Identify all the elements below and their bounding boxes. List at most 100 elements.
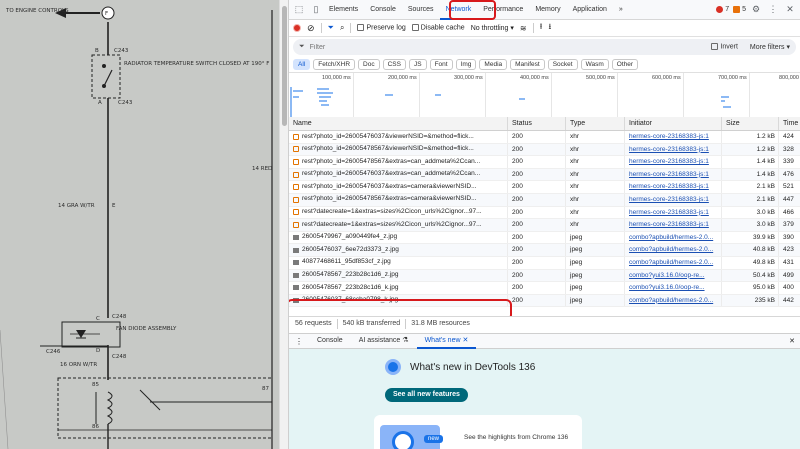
tab-elements[interactable]: Elements (323, 0, 364, 20)
inspect-element-icon[interactable]: ⬚ (292, 3, 306, 17)
device-toolbar-icon[interactable]: ▯ (309, 3, 323, 17)
request-initiator-link[interactable]: hermes-core-23168383-js:1 (625, 131, 722, 143)
highlights-card[interactable]: new See the highlights from Chrome 136 (374, 415, 582, 449)
request-initiator-link[interactable]: hermes-core-23168383-js:1 (625, 143, 722, 156)
type-filter-doc[interactable]: Doc (358, 59, 380, 70)
table-row[interactable]: rest?photo_id=26005478567&extras=can_add… (289, 156, 800, 169)
type-filter-other[interactable]: Other (611, 59, 639, 70)
tab-sources[interactable]: Sources (402, 0, 440, 20)
request-initiator-link[interactable]: hermes-core-23168383-js:1 (625, 168, 722, 181)
request-initiator-link[interactable]: combo?apbuild/hermes-2.0... (625, 244, 722, 256)
request-name-cell[interactable]: rest?datecreate=1&extras=sizes%2Cicon_ur… (289, 219, 508, 231)
export-har-icon[interactable]: ⭳ (548, 21, 551, 35)
errors-badge[interactable]: 7 (716, 6, 729, 13)
request-name-cell[interactable]: rest?photo_id=26005478567&viewerNSID=&me… (289, 143, 508, 156)
record-button[interactable] (293, 24, 301, 32)
request-name-cell[interactable]: 26005478567_223b28c1d6_k.jpg (289, 282, 508, 294)
preserve-log-box[interactable] (357, 24, 365, 32)
request-name-cell[interactable]: rest?photo_id=26005478567&extras=camera&… (289, 193, 508, 206)
request-time: 390 (779, 232, 800, 244)
column-header-status[interactable]: Status (508, 117, 566, 130)
table-row[interactable]: rest?photo_id=26005478567&viewerNSID=&me… (289, 143, 800, 157)
table-row[interactable]: rest?photo_id=26005476037&viewerNSID=&me… (289, 131, 800, 144)
page-scrollbar-thumb[interactable] (282, 6, 287, 126)
table-row[interactable]: 26005478567_223b28c1d6_k.jpg 200 jpeg combo… (289, 282, 800, 295)
request-name-cell[interactable]: rest?photo_id=26005476037&extras=camera&… (289, 181, 508, 193)
resources-size: 31.8 MB resources (411, 320, 470, 327)
type-filter-manifest[interactable]: Manifest (510, 59, 545, 70)
table-row[interactable]: rest?photo_id=26005478567&extras=camera&… (289, 193, 800, 207)
request-initiator-link[interactable]: combo?apbuild/hermes-2.0... (625, 231, 722, 244)
type-filter-css[interactable]: CSS (382, 59, 406, 70)
request-name-cell[interactable]: 26005479967_a090449fe4_z.jpg (289, 231, 508, 244)
invert-checkbox[interactable]: Invert (711, 43, 738, 51)
type-filter-img[interactable]: Img (455, 59, 477, 70)
type-filter-wasm[interactable]: Wasm (580, 59, 609, 70)
table-row[interactable]: rest?photo_id=26005476037&extras=camera&… (289, 181, 800, 194)
table-row[interactable]: 40877468611_95df853cf_z.jpg 200 jpeg combo?… (289, 256, 800, 270)
drawer-tab-ai-assistance[interactable]: AI assistance ⚗ (351, 333, 417, 349)
tab-memory[interactable]: Memory (529, 0, 566, 20)
type-filter-all[interactable]: All (293, 59, 311, 70)
more-options-icon[interactable]: ⋮ (766, 3, 780, 17)
table-row[interactable]: 26005479967_a090449fe4_z.jpg 200 jpeg combo… (289, 231, 800, 245)
request-initiator-link[interactable]: hermes-core-23168383-js:1 (625, 193, 722, 206)
more-filters-dropdown[interactable]: More filters ▾ (750, 43, 790, 51)
column-header-time[interactable]: Time (779, 117, 800, 130)
disable-cache-box[interactable] (411, 24, 419, 32)
request-initiator-link[interactable]: combo?yui3.16.0/oop-re... (625, 269, 722, 282)
type-filter-js[interactable]: JS (408, 59, 427, 70)
request-name-cell[interactable]: rest?datecreate=1&extras=sizes%2Cicon_ur… (289, 206, 508, 219)
request-initiator-link[interactable]: combo?yui3.16.0/oop-re... (625, 282, 722, 294)
warnings-badge[interactable]: 5 (733, 6, 746, 13)
column-header-type[interactable]: Type (566, 117, 625, 130)
type-filter-socket[interactable]: Socket (547, 59, 578, 70)
column-header-name[interactable]: Name (289, 117, 508, 130)
filter-funnel-icon[interactable]: ⏷ (328, 23, 334, 33)
table-row[interactable]: rest?datecreate=1&extras=sizes%2Cicon_ur… (289, 219, 800, 232)
request-name-cell[interactable]: 40877468611_95df853cf_z.jpg (289, 256, 508, 269)
request-initiator-link[interactable]: combo?apbuild/hermes-2.0... (625, 256, 722, 269)
preserve-log-checkbox[interactable]: Preserve log (357, 24, 406, 32)
more-tabs-icon[interactable]: » (613, 0, 629, 20)
warnings-count: 5 (742, 6, 746, 13)
settings-gear-icon[interactable]: ⚙ (749, 3, 763, 17)
clear-icon[interactable]: ⊘ (307, 23, 315, 34)
close-devtools-icon[interactable]: ✕ (783, 3, 797, 17)
tab-console[interactable]: Console (364, 0, 402, 20)
see-all-features-button[interactable]: See all new features (385, 388, 468, 402)
type-filter-media[interactable]: Media (479, 59, 508, 70)
type-filter-fetch-xhr[interactable]: Fetch/XHR (313, 59, 356, 70)
drawer-tab-whats-new[interactable]: What's new ✕ (416, 333, 477, 349)
table-row[interactable]: 26005476037_6ee72d3373_z.jpg 200 jpeg combo… (289, 244, 800, 257)
close-tab-icon[interactable]: ✕ (462, 337, 468, 344)
request-initiator-link[interactable]: hermes-core-23168383-js:1 (625, 206, 722, 219)
page-scrollbar[interactable] (279, 0, 288, 449)
throttling-select[interactable]: No throttling ▾ (471, 24, 514, 32)
close-drawer-icon[interactable]: ✕ (789, 337, 800, 345)
request-name-cell[interactable]: rest?photo_id=26005478567&extras=can_add… (289, 156, 508, 168)
column-header-size[interactable]: Size (722, 117, 779, 130)
request-name-cell[interactable]: 26005476037_6ee72d3373_z.jpg (289, 244, 508, 256)
request-name-cell[interactable]: rest?photo_id=26005476037&viewerNSID=&me… (289, 131, 508, 143)
search-icon[interactable]: ⌕ (340, 23, 344, 33)
drawer-menu-icon[interactable]: ⋮ (289, 337, 309, 346)
request-initiator-link[interactable]: hermes-core-23168383-js:1 (625, 156, 722, 168)
request-name-cell[interactable]: 26005478567_223b28c1d6_z.jpg (289, 269, 508, 282)
import-har-icon[interactable]: ⭱ (540, 21, 543, 35)
tab-application[interactable]: Application (567, 0, 613, 20)
type-filter-font[interactable]: Font (429, 59, 453, 70)
request-initiator-link[interactable]: hermes-core-23168383-js:1 (625, 219, 722, 231)
table-row[interactable]: rest?photo_id=26005476037&extras=can_add… (289, 168, 800, 182)
network-conditions-icon[interactable]: ≋ (520, 24, 527, 33)
invert-box[interactable] (711, 43, 719, 50)
filter-input[interactable] (309, 43, 510, 51)
disable-cache-checkbox[interactable]: Disable cache (411, 24, 465, 32)
column-header-initiator[interactable]: Initiator (625, 117, 722, 130)
request-initiator-link[interactable]: hermes-core-23168383-js:1 (625, 181, 722, 193)
request-initiator-link[interactable]: combo?apbuild/hermes-2.0... (625, 294, 722, 307)
drawer-tab-console[interactable]: Console (309, 333, 351, 349)
table-row[interactable]: rest?datecreate=1&extras=sizes%2Cicon_ur… (289, 206, 800, 220)
table-row[interactable]: 26005478567_223b28c1d6_z.jpg 200 jpeg combo… (289, 269, 800, 283)
request-name-cell[interactable]: rest?photo_id=26005476037&extras=can_add… (289, 168, 508, 181)
